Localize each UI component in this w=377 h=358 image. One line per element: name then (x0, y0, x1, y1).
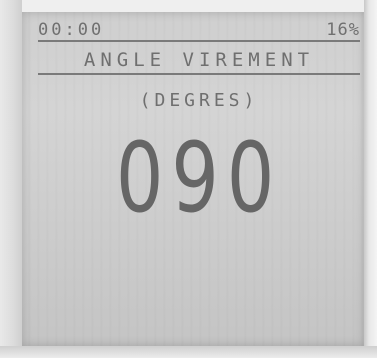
angle-value-readout: 090 (115, 122, 283, 234)
unit-label: (DEGRES) (139, 90, 259, 111)
header-divider-bottom (38, 73, 360, 75)
bezel-bottom (0, 346, 377, 358)
clock-display: 00:00 (38, 20, 105, 40)
header-divider-top (38, 40, 360, 42)
battery-level: 16% (326, 20, 360, 40)
device-frame: 00:00 16% ANGLE VIREMENT (DEGRES) 090 (0, 0, 377, 358)
lcd-screen: 00:00 16% ANGLE VIREMENT (DEGRES) 090 (22, 12, 364, 346)
screen-title: ANGLE VIREMENT (83, 49, 315, 71)
status-bar: 00:00 16% (38, 18, 360, 40)
bezel-left (0, 0, 22, 358)
bezel-right (364, 0, 377, 358)
